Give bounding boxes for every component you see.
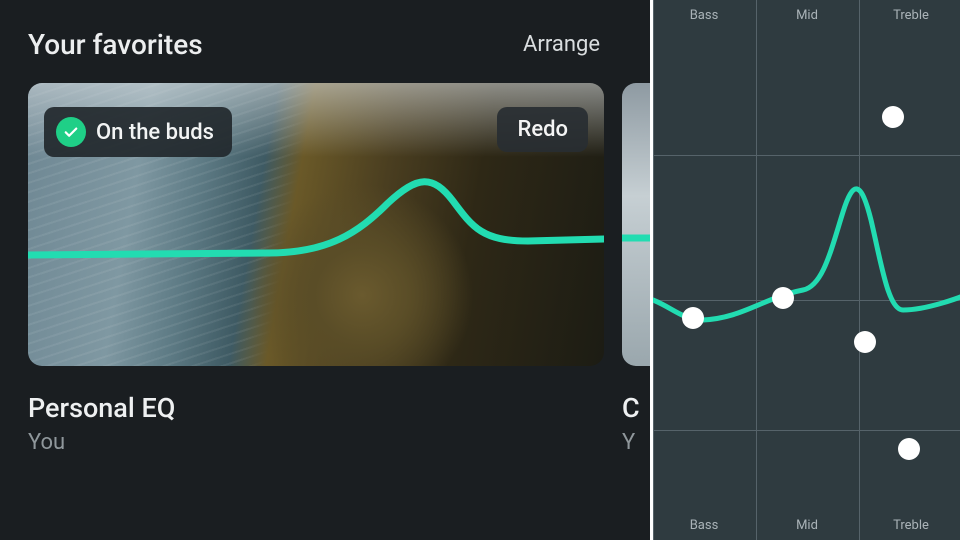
on-buds-badge: On the buds — [44, 107, 232, 157]
favorites-title: Your favorites — [28, 28, 203, 61]
card-meta: Personal EQ You — [28, 392, 604, 455]
band-label-top: Mid — [796, 8, 818, 23]
eq-handle-bass[interactable] — [682, 307, 704, 329]
cards-row: On the buds Redo — [28, 83, 650, 366]
band-label-bottom: Treble — [893, 518, 929, 533]
favorites-header: Your favorites Arrange — [28, 28, 650, 61]
cards-meta-row: Personal EQ You C Y — [28, 392, 650, 455]
band-label-bottom: Bass — [690, 518, 719, 533]
check-icon — [56, 117, 86, 147]
grid-line-h — [653, 300, 960, 301]
on-buds-label: On the buds — [96, 120, 214, 145]
eq-curve — [653, 0, 960, 540]
eq-editor-panel: Bass Mid Treble Bass Mid Treble — [650, 0, 960, 540]
favorite-card[interactable]: On the buds Redo — [28, 83, 604, 366]
grid-line-h — [653, 430, 960, 431]
grid-line-v — [756, 0, 757, 540]
grid-line-h — [653, 155, 960, 156]
grid-line-v — [653, 0, 654, 540]
eq-handle-treble[interactable] — [854, 331, 876, 353]
band-label-bottom: Mid — [796, 518, 818, 533]
eq-handle-treble-high[interactable] — [882, 106, 904, 128]
redo-button[interactable]: Redo — [497, 107, 588, 152]
grid-line-v — [859, 0, 860, 540]
band-label-top: Treble — [893, 8, 929, 23]
eq-handle-treble-low[interactable] — [898, 438, 920, 460]
card-subtitle: You — [28, 430, 604, 455]
arrange-button[interactable]: Arrange — [523, 32, 600, 57]
eq-handle-mid[interactable] — [772, 287, 794, 309]
card-title: Personal EQ — [28, 392, 604, 424]
band-label-top: Bass — [690, 8, 719, 23]
favorites-panel: Your favorites Arrange On the buds Redo — [0, 0, 650, 540]
eq-grid: Bass Mid Treble Bass Mid Treble — [653, 0, 960, 540]
